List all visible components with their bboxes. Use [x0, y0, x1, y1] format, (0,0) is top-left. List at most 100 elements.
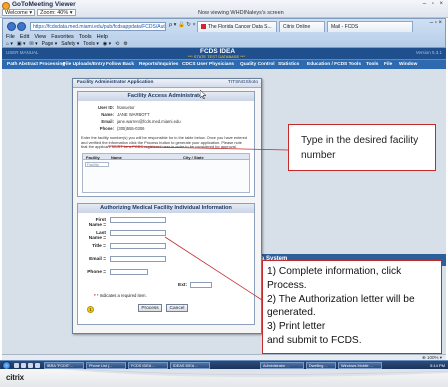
gear-icon[interactable]: ⚙ — [123, 41, 127, 47]
app-header: USER MANUAL FCDS IDEA *** STATE TEST DAT… — [2, 48, 446, 59]
feeds-icon[interactable]: ▣ ▾ — [17, 41, 26, 47]
callout-facility-text: Type in the desired facility number — [301, 135, 419, 161]
email-label: Email: — [101, 119, 114, 124]
nav-follow-back[interactable]: Follow Back — [106, 62, 134, 67]
process-button[interactable]: Process — [138, 304, 162, 312]
callout-authorization-text: 1) Complete information, click Process. … — [267, 266, 415, 346]
browser-chrome: https://fcdsdata.med.miami.edu/pub/fcdsa… — [2, 18, 446, 48]
help-icon[interactable]: ◉ ▾ — [103, 41, 111, 47]
last-name-input[interactable] — [110, 230, 166, 236]
nav-window[interactable]: Window — [399, 62, 417, 67]
required-note: * * Indicates a required item. — [94, 293, 147, 298]
column-header-city: City / State — [183, 155, 204, 160]
nav-cdcs-user[interactable]: CDCS User — [182, 62, 208, 67]
email-value: jane.warren@fcds.med.miami.edu — [117, 119, 181, 124]
phone-label: Phone: — [99, 126, 114, 131]
safety-menu[interactable]: Safety ▾ — [61, 41, 79, 47]
taskbar-button[interactable]: FCDS IDEA ... — [128, 362, 168, 369]
citrix-footer: citrix — [0, 369, 448, 387]
quicklaunch-icon[interactable] — [14, 363, 19, 368]
quicklaunch-icon[interactable] — [28, 363, 33, 368]
user-id-label: User ID: — [97, 105, 114, 110]
facility-section-heading: Facility Access Administrator — [78, 92, 254, 101]
name-value: JANE WARBOTT — [117, 112, 150, 117]
footer-swoosh — [60, 369, 448, 378]
browser-tab-label: Citrix Online — [283, 24, 311, 30]
facility-number-input[interactable]: Facility — [85, 162, 109, 167]
required-star: * — [94, 293, 96, 298]
browser-tab-citrix[interactable]: Citrix Online — [279, 21, 325, 32]
quicklaunch-icon[interactable] — [35, 363, 40, 368]
address-bar[interactable]: https://fcdsdata.med.miami.edu/pub/fcdsa… — [30, 22, 166, 31]
mail-icon[interactable]: ✉ ▾ — [30, 41, 38, 47]
citrix-logo: citrix — [6, 373, 24, 382]
phone-value: (305)555-0306 — [117, 126, 145, 131]
authorizing-individual-section: Authorizing Medical Facility Individual … — [77, 203, 255, 325]
email-label: Email = — [89, 257, 106, 262]
title-input[interactable] — [110, 243, 166, 249]
browser-tab-fcds[interactable]: The Florida Cancer Data S... — [197, 21, 277, 32]
name-label: Name: — [101, 112, 114, 117]
menu-edit[interactable]: Edit — [20, 34, 29, 40]
required-note-text: * Indicates a required item. — [96, 293, 147, 298]
nav-file[interactable]: File — [384, 62, 392, 67]
browser-toolbar: ⌂ ▾ ▣ ▾ ✉ ▾ Page ▾ Safety ▾ Tools ▾ ◉ ▾ ⟲ ⚙ — [6, 41, 132, 47]
menu-file[interactable]: File — [6, 34, 15, 40]
phone-input[interactable] — [110, 269, 148, 275]
app-header-left-text: USER MANUAL — [6, 50, 39, 55]
first-name-input[interactable] — [110, 217, 166, 223]
tools-menu[interactable]: Tools ▾ — [83, 41, 99, 47]
facility-instructions: Enter the facility number(s) you will be… — [81, 135, 248, 150]
gotomeeting-title: GoToMeeting Viewer — [12, 1, 76, 8]
nav-tools[interactable]: Tools — [366, 62, 378, 67]
dialog-close-button[interactable]: TITSNGShoto — [228, 80, 258, 85]
nav-education[interactable]: Education / FCDS Tools — [307, 62, 361, 67]
title-label: Title = — [92, 244, 106, 249]
nav-quality-control[interactable]: Quality Control — [240, 62, 275, 67]
mouse-cursor-icon — [200, 90, 206, 99]
fcds-favicon-icon — [201, 24, 206, 30]
dialog-titlebar: Facility Administrator Application TITSN… — [73, 79, 261, 88]
facility-access-section: Facility Access Administrator User ID: h… — [77, 91, 255, 197]
email-input[interactable] — [110, 256, 166, 262]
column-header-facility: Facility — [86, 155, 100, 160]
zoom-menu[interactable]: Zoom: 40% ▾ — [37, 9, 76, 16]
forward-button[interactable] — [17, 22, 26, 31]
refresh-icon[interactable]: ⟲ — [115, 41, 119, 47]
taskbar-button[interactable]: Administrator ... — [260, 362, 304, 369]
column-header-name: Name — [111, 155, 122, 160]
step-badge-form: 1 — [87, 306, 94, 313]
nav-physicians[interactable]: Physicians — [209, 62, 234, 67]
nav-path-abstract[interactable]: Path Abstract Processing — [7, 62, 65, 67]
gotomeeting-window-buttons[interactable]: – ▫ × — [423, 1, 445, 7]
address-bar-buttons[interactable]: ρ ▾ 🔒 ↻ × — [169, 22, 196, 28]
tray-clock[interactable]: 5:14 PM — [430, 363, 445, 368]
welcome-menu[interactable]: Welcome ▾ — [2, 9, 36, 16]
page-menu[interactable]: Page ▾ — [42, 41, 58, 47]
back-button[interactable] — [7, 22, 16, 31]
quicklaunch-icon[interactable] — [21, 363, 26, 368]
browser-tab-label: The Florida Cancer Data S... — [208, 24, 272, 30]
user-id-value: htanuetur — [117, 105, 135, 110]
taskbar-button[interactable]: Phone List (... — [86, 362, 126, 369]
browser-tab-mail[interactable]: Mail - FCDS — [327, 21, 413, 32]
menu-favorites[interactable]: Favorites — [51, 34, 74, 40]
first-name-label: First Name = — [88, 218, 106, 228]
nav-reports[interactable]: Reports/Inquiries — [139, 62, 178, 67]
menu-help[interactable]: Help — [97, 34, 108, 40]
taskbar-button[interactable]: Windows Mobile ... — [338, 362, 382, 369]
last-name-label: Last Name = — [88, 231, 106, 241]
cancel-button[interactable]: Cancel — [166, 304, 188, 312]
nav-statistics[interactable]: Statistics — [278, 62, 299, 67]
nav-file-uploads[interactable]: File Uploads/Entry — [63, 62, 105, 67]
taskbar-button[interactable]: Dwelling ... — [306, 362, 336, 369]
menu-view[interactable]: View — [34, 34, 46, 40]
ext-input[interactable] — [190, 282, 212, 288]
browser-window-buttons[interactable]: – ▫ × — [430, 20, 442, 26]
ext-label: Ext: — [178, 283, 188, 288]
taskbar-button[interactable]: IBRA "FCDS"... — [44, 362, 84, 369]
screen: GoToMeeting Viewer – ▫ × Welcome ▾ Zoom: … — [0, 0, 448, 387]
home-icon[interactable]: ⌂ ▾ — [6, 41, 13, 47]
taskbar-button[interactable]: IDEAS IDEA ... — [170, 362, 210, 369]
menu-tools[interactable]: Tools — [79, 34, 92, 40]
